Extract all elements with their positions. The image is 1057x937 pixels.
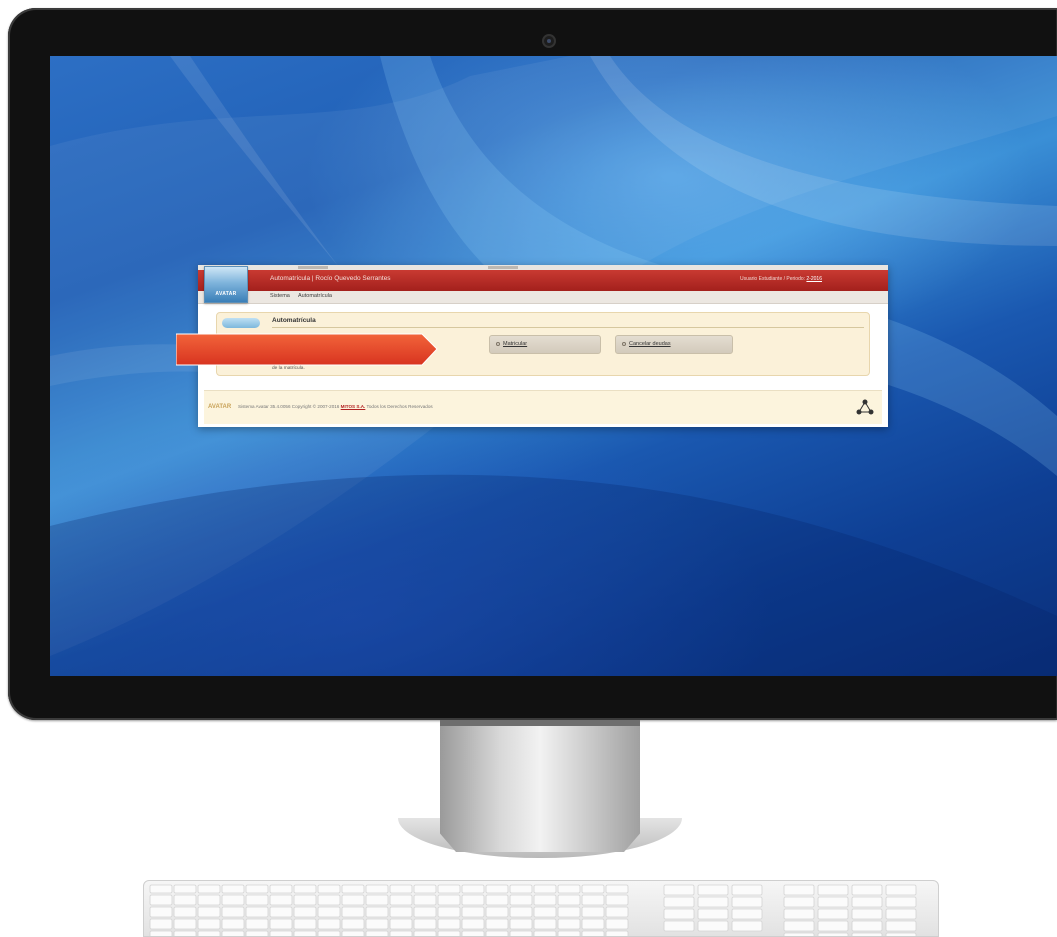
- network-icon: [856, 399, 874, 415]
- camera-icon: [542, 34, 556, 48]
- user-label: Usuario Estudiante / Periodo:: [739, 276, 806, 282]
- matricular-label: Matricular: [503, 341, 528, 347]
- bullet-icon: [496, 342, 500, 346]
- keyboard-keys: [149, 884, 917, 936]
- app-footer: AVATAR Sistema Avatar 35.4.0056 Copyrigh…: [204, 390, 882, 424]
- panel-icon: [222, 318, 260, 328]
- red-arrow-pointer: [176, 333, 438, 366]
- app-header: Automatrícula | Rocío Quevedo Serrantes …: [198, 270, 888, 291]
- period-link[interactable]: 2-2016: [806, 276, 822, 282]
- keyboard: [143, 880, 939, 937]
- stand-neck: [440, 720, 640, 852]
- panel-divider: [272, 327, 864, 328]
- panel-title: Automatrícula: [272, 317, 316, 324]
- matricular-button[interactable]: Matricular: [489, 335, 601, 354]
- avatar-logo[interactable]: AVATAR: [204, 266, 248, 303]
- company-link[interactable]: MITOS S.A.: [341, 404, 366, 409]
- stage: Automatrícula | Rocío Quevedo Serrantes …: [0, 0, 1057, 937]
- menu-item-automatricula[interactable]: Automatrícula: [298, 293, 332, 299]
- cancelar-deudas-label: Cancelar deudas: [629, 341, 671, 347]
- bullet-icon: [622, 342, 626, 346]
- footer-text-suffix: Todos los Derechos Reservados: [366, 404, 433, 409]
- logo-text: AVATAR: [215, 291, 237, 297]
- footer-logo: AVATAR: [208, 404, 232, 410]
- footer-text-prefix: Sistema Avatar 35.4.0056 Copyright © 200…: [238, 404, 340, 409]
- menu-item-sistema[interactable]: Sistema: [270, 293, 290, 299]
- stand-hinge: [440, 720, 640, 726]
- app-title: Automatrícula | Rocío Quevedo Serrantes: [270, 275, 391, 282]
- cancelar-deudas-button[interactable]: Cancelar deudas: [615, 335, 733, 354]
- app-menu-bar: Sistema Automatrícula: [198, 291, 888, 304]
- user-info: Usuario Estudiante / Periodo: 2-2016: [740, 276, 822, 282]
- footer-copyright: Sistema Avatar 35.4.0056 Copyright © 200…: [238, 404, 433, 409]
